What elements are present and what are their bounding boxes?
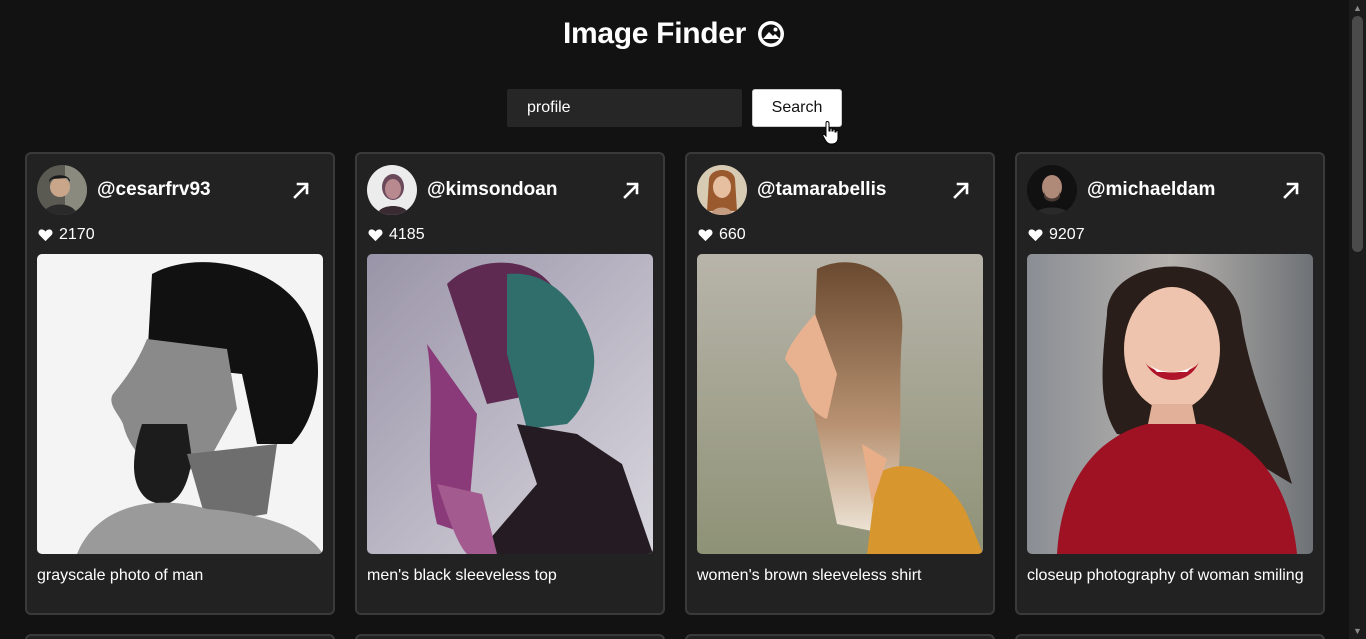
card-header: @cesarfrv93 xyxy=(37,164,323,216)
heart-icon xyxy=(1028,229,1043,242)
photo-caption: closeup photography of woman smiling xyxy=(1027,567,1304,584)
heart-icon xyxy=(368,229,383,242)
heart-icon xyxy=(38,229,53,242)
likes-count: 2170 xyxy=(38,226,95,244)
card-header: @kimsondoan xyxy=(367,164,653,216)
photo-caption: women's brown sleeveless shirt xyxy=(697,567,922,584)
arrow-up-right-icon[interactable] xyxy=(949,178,973,202)
likes-value: 4185 xyxy=(389,226,425,243)
card-header: @michaeldam xyxy=(1027,164,1313,216)
arrow-up-right-icon[interactable] xyxy=(1279,178,1303,202)
result-card: @kimsondoan 4185 men's black sleeveless … xyxy=(355,152,665,615)
avatar[interactable] xyxy=(1027,165,1077,215)
result-card xyxy=(1015,634,1325,639)
result-card: @tamarabellis 660 women's brown sleevele… xyxy=(685,152,995,615)
scrollbar[interactable]: ▲ ▼ xyxy=(1349,0,1366,639)
avatar[interactable] xyxy=(367,165,417,215)
result-card xyxy=(25,634,335,639)
likes-value: 9207 xyxy=(1049,226,1085,243)
arrow-up-right-icon[interactable] xyxy=(619,178,643,202)
username-link[interactable]: @michaeldam xyxy=(1087,179,1279,201)
username-link[interactable]: @tamarabellis xyxy=(757,179,949,201)
scroll-thumb[interactable] xyxy=(1352,16,1363,252)
result-photo[interactable] xyxy=(37,254,323,554)
result-photo[interactable] xyxy=(367,254,653,554)
likes-value: 660 xyxy=(719,226,746,243)
result-photo[interactable] xyxy=(1027,254,1313,554)
card-header: @tamarabellis xyxy=(697,164,983,216)
page-title: Image Finder xyxy=(0,17,1349,51)
image-icon xyxy=(756,19,786,49)
page-title-text: Image Finder xyxy=(562,17,747,50)
result-photo[interactable] xyxy=(697,254,983,554)
result-card xyxy=(355,634,665,639)
app: Image Finder Search xyxy=(0,0,1366,639)
likes-count: 660 xyxy=(698,226,746,244)
search-bar: Search xyxy=(507,89,842,127)
result-card: @michaeldam 9207 closeup photography of … xyxy=(1015,152,1325,615)
heart-icon xyxy=(698,229,713,242)
username-link[interactable]: @cesarfrv93 xyxy=(97,179,289,201)
likes-count: 9207 xyxy=(1028,226,1085,244)
username-link[interactable]: @kimsondoan xyxy=(427,179,619,201)
result-card xyxy=(685,634,995,639)
search-input[interactable] xyxy=(507,89,742,127)
result-card: @cesarfrv93 2170 grayscale photo of man xyxy=(25,152,335,615)
photo-caption: grayscale photo of man xyxy=(37,567,204,584)
likes-count: 4185 xyxy=(368,226,425,244)
scroll-down-arrow-icon[interactable]: ▼ xyxy=(1349,623,1366,639)
avatar[interactable] xyxy=(697,165,747,215)
arrow-up-right-icon[interactable] xyxy=(289,178,313,202)
avatar[interactable] xyxy=(37,165,87,215)
photo-caption: men's black sleeveless top xyxy=(367,567,557,584)
likes-value: 2170 xyxy=(59,226,95,243)
hand-cursor-icon xyxy=(822,120,839,145)
scroll-up-arrow-icon[interactable]: ▲ xyxy=(1349,0,1366,16)
